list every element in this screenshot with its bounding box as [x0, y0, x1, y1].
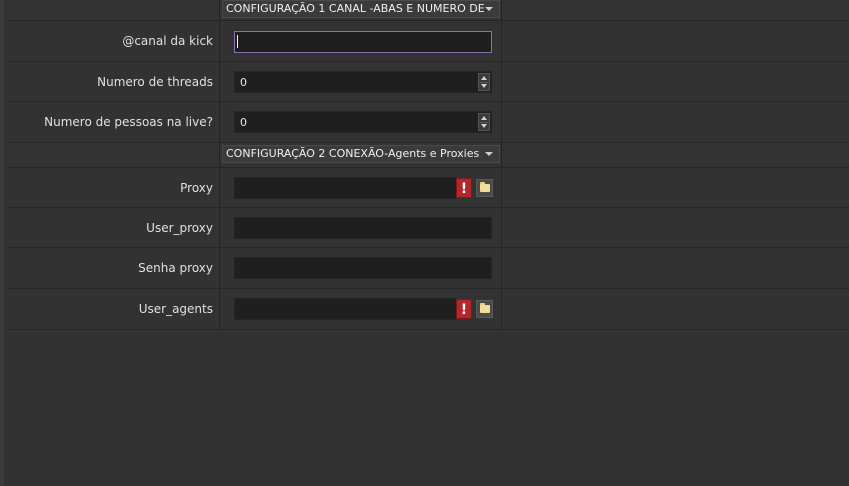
chevron-down-icon: [485, 7, 493, 11]
field-label-pessoas: Numero de pessoas na live?: [8, 102, 220, 142]
property-grid-window: CONFIGURAÇÃO 1 CANAL -ABAS E NUMERO DE @…: [0, 0, 849, 486]
field-label-user-proxy: User_proxy: [8, 208, 220, 247]
spin-down-icon[interactable]: [481, 84, 487, 88]
section-2-label-cell: [8, 143, 220, 167]
spin-divider: [479, 122, 489, 123]
threads-value: 0: [240, 76, 247, 89]
exclamation-warning-icon: !: [456, 299, 472, 319]
field-row-proxy: Proxy !: [8, 168, 849, 208]
field-value-proxy: !: [220, 168, 502, 207]
field-label-proxy: Proxy: [8, 168, 220, 207]
pessoas-value: 0: [240, 116, 247, 129]
user-proxy-input[interactable]: [234, 217, 492, 239]
section-1-title: CONFIGURAÇÃO 1 CANAL -ABAS E NUMERO DE: [226, 2, 484, 15]
section-1-row: CONFIGURAÇÃO 1 CANAL -ABAS E NUMERO DE: [8, 0, 849, 21]
spin-down-icon[interactable]: [481, 124, 487, 128]
spin-up-down-icon[interactable]: [478, 113, 490, 131]
canal-input-wrap: [234, 31, 492, 53]
pessoas-spinbox[interactable]: 0: [234, 111, 492, 133]
folder-body: [480, 305, 490, 313]
spin-divider: [479, 82, 489, 83]
section-2-dropdown[interactable]: CONFIGURAÇÃO 2 CONEXÃO-Agents e Proxies: [222, 145, 500, 163]
field-row-pessoas: Numero de pessoas na live? 0: [8, 102, 849, 143]
section-2-value-cell: CONFIGURAÇÃO 2 CONEXÃO-Agents e Proxies: [220, 143, 502, 167]
spin-up-down-icon[interactable]: [478, 73, 490, 91]
field-value-senha-proxy: [220, 248, 502, 288]
spin-up-icon[interactable]: [481, 116, 487, 120]
field-value-canal: [220, 21, 502, 61]
threads-spinbox[interactable]: 0: [234, 71, 492, 93]
exclamation-warning-icon: !: [456, 178, 472, 198]
user-agents-file-input[interactable]: [234, 298, 457, 320]
field-label-canal: @canal da kick: [8, 21, 220, 61]
field-label-senha-proxy: Senha proxy: [8, 248, 220, 288]
section-1-label-cell: [8, 0, 220, 20]
field-row-senha-proxy: Senha proxy: [8, 248, 849, 289]
section-1-dropdown[interactable]: CONFIGURAÇÃO 1 CANAL -ABAS E NUMERO DE: [222, 0, 500, 18]
canal-input[interactable]: [234, 31, 492, 53]
folder-body: [480, 184, 490, 192]
field-value-user-proxy: [220, 208, 502, 247]
field-value-threads: 0: [220, 62, 502, 101]
section-1-value-cell: CONFIGURAÇÃO 1 CANAL -ABAS E NUMERO DE: [220, 0, 502, 20]
field-value-user-agents: !: [220, 289, 502, 329]
proxy-file-input[interactable]: [234, 177, 457, 199]
field-row-user-proxy: User_proxy: [8, 208, 849, 248]
field-row-threads: Numero de threads 0: [8, 62, 849, 102]
field-label-threads: Numero de threads: [8, 62, 220, 101]
section-2-row: CONFIGURAÇÃO 2 CONEXÃO-Agents e Proxies: [8, 143, 849, 168]
field-label-user-agents: User_agents: [8, 289, 220, 329]
field-row-user-agents: User_agents !: [8, 289, 849, 330]
text-caret: [237, 35, 238, 48]
senha-proxy-input[interactable]: [234, 257, 492, 279]
field-value-pessoas: 0: [220, 102, 502, 142]
folder-icon[interactable]: [476, 300, 493, 318]
section-2-title: CONFIGURAÇÃO 2 CONEXÃO-Agents e Proxies: [226, 147, 480, 160]
spin-up-icon[interactable]: [481, 76, 487, 80]
field-row-canal: @canal da kick: [8, 21, 849, 62]
folder-icon[interactable]: [476, 179, 493, 197]
chevron-down-icon: [485, 152, 493, 156]
